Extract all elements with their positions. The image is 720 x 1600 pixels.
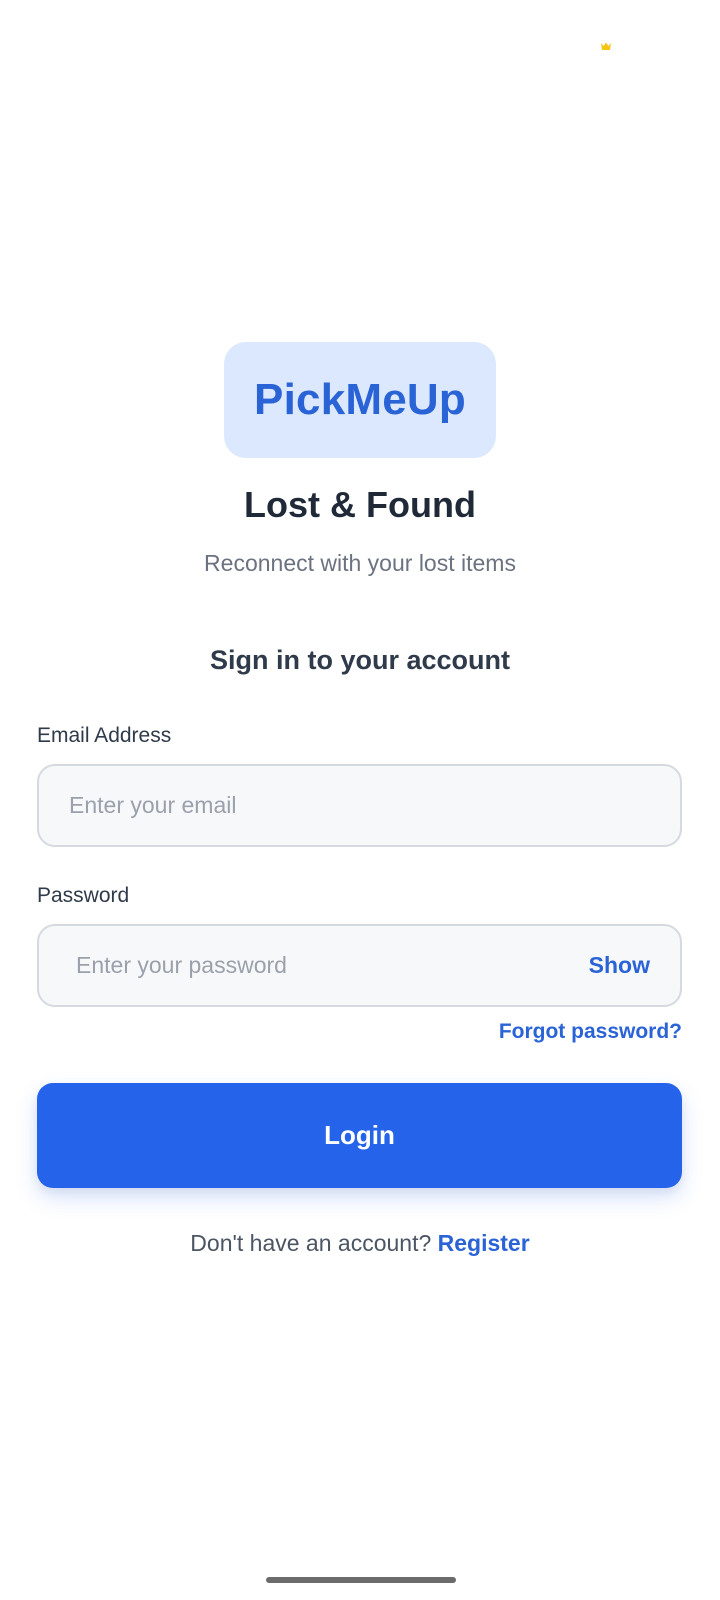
- home-indicator[interactable]: [266, 1577, 456, 1583]
- password-label: Password: [37, 884, 130, 907]
- email-field-container: [37, 764, 682, 847]
- email-label: Email Address: [37, 724, 172, 747]
- password-field[interactable]: [76, 926, 556, 1005]
- crown-icon: [601, 42, 611, 50]
- app-subtitle: Reconnect with your lost items: [204, 550, 516, 576]
- email-field[interactable]: [69, 766, 629, 845]
- app-title: Lost & Found: [244, 484, 476, 525]
- app-logo: PickMeUp: [224, 342, 496, 458]
- register-prompt-text: Don't have an account?: [190, 1230, 432, 1256]
- forgot-password-link[interactable]: Forgot password?: [499, 1020, 682, 1044]
- signin-heading: Sign in to your account: [209, 645, 510, 675]
- show-password-toggle[interactable]: Show: [589, 926, 650, 1005]
- logo-text: PickMeUp: [254, 375, 466, 424]
- password-field-container: Show: [37, 924, 682, 1007]
- login-button[interactable]: Login: [37, 1083, 682, 1188]
- register-prompt: Don't have an account? Register: [0, 1230, 720, 1257]
- register-link[interactable]: Register: [438, 1230, 530, 1256]
